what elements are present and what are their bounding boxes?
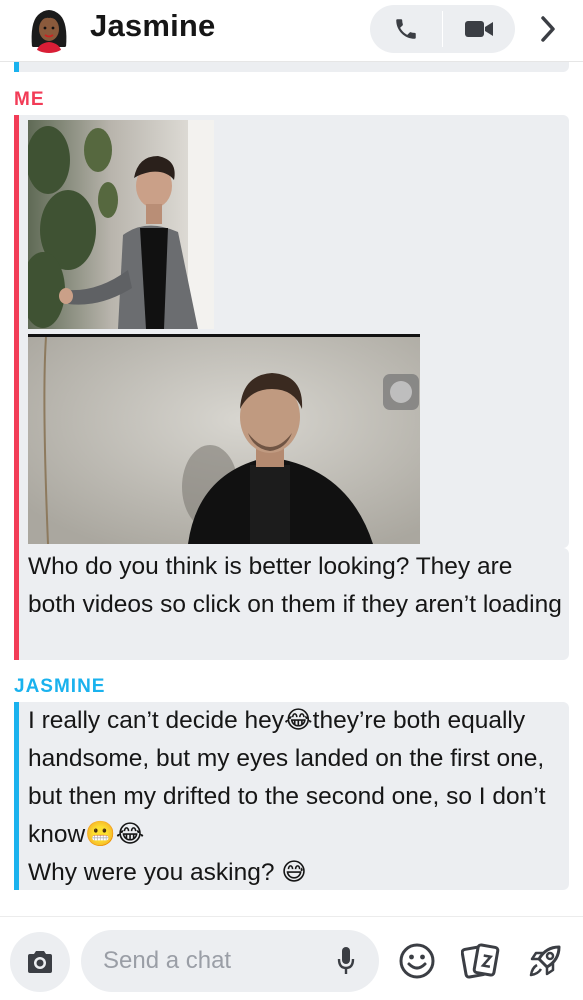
video-camera-icon[interactable] — [443, 5, 515, 53]
camera-icon[interactable] — [10, 932, 70, 992]
previous-message-stub — [14, 62, 569, 72]
previous-message-bar — [14, 62, 19, 72]
phone-icon[interactable] — [370, 5, 442, 53]
smiley-icon[interactable] — [397, 941, 437, 981]
microphone-icon[interactable] — [330, 944, 362, 978]
cards-icon[interactable] — [461, 941, 501, 981]
chat-composer — [0, 916, 583, 1000]
bitmoji-avatar-icon[interactable] — [24, 3, 74, 53]
rocket-icon[interactable] — [525, 941, 565, 981]
chevron-right-icon[interactable] — [533, 10, 563, 48]
video-thumbnail-1[interactable] — [28, 120, 214, 329]
message-text-jasmine: I really can’t decide hey😂they’re both e… — [28, 707, 546, 886]
video-indicator-icon — [383, 374, 419, 410]
video-thumbnail-2[interactable] — [28, 334, 420, 544]
call-button-group — [370, 5, 515, 53]
sender-label-me: ME — [14, 89, 45, 110]
message-text-me: Who do you think is better looking? They… — [28, 553, 562, 618]
sender-label-jasmine: JASMINE — [14, 676, 106, 697]
chat-header: Jasmine — [0, 0, 583, 62]
contact-name[interactable]: Jasmine — [90, 8, 215, 44]
